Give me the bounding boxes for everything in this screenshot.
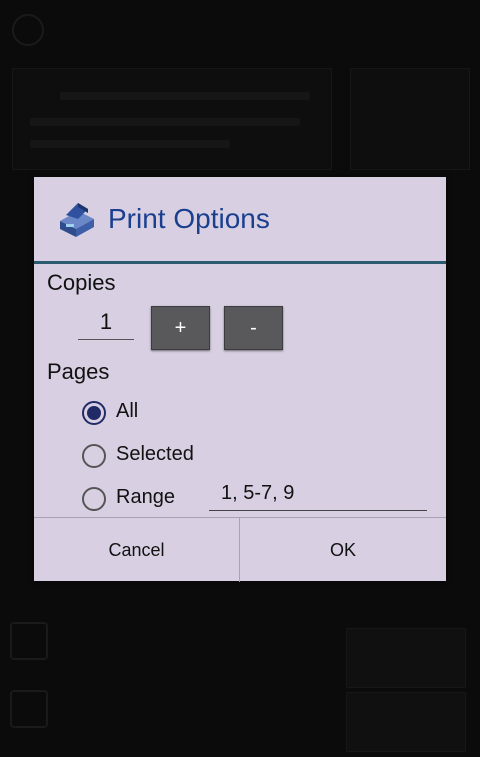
background-line xyxy=(30,118,300,126)
copies-label: Copies xyxy=(47,270,116,295)
app-icon xyxy=(12,14,44,46)
cancel-button[interactable]: Cancel xyxy=(34,518,239,582)
radio-label-selected: Selected xyxy=(116,443,194,465)
dialog-title: Print Options xyxy=(108,203,270,234)
radio-label-all: All xyxy=(116,400,139,422)
increment-copies-button[interactable]: + xyxy=(151,306,210,350)
page-range-input[interactable]: 1, 5-7, 9 xyxy=(209,479,427,511)
radio-button-all[interactable] xyxy=(82,401,106,425)
radio-button-selected[interactable] xyxy=(82,444,106,468)
printer-icon xyxy=(60,203,94,237)
pages-label: Pages xyxy=(47,359,110,384)
radio-button-range[interactable] xyxy=(82,487,106,511)
printer-icon xyxy=(10,622,48,660)
dialog-button-bar: Cancel OK xyxy=(34,517,446,582)
background-line xyxy=(60,92,310,100)
decrement-copies-button[interactable]: - xyxy=(224,306,283,350)
background-button xyxy=(346,692,466,752)
ok-button[interactable]: OK xyxy=(240,518,446,582)
radio-label-range: Range xyxy=(116,486,175,508)
copies-input[interactable]: 1 xyxy=(78,305,134,340)
background-line xyxy=(30,140,230,148)
background-button xyxy=(346,628,466,688)
dialog-header: Print Options xyxy=(34,177,446,261)
background-panel-right xyxy=(350,68,470,170)
print-options-dialog: Print Options Copies 1 + - Pages All Sel… xyxy=(34,177,446,582)
printer-icon xyxy=(10,690,48,728)
header-divider xyxy=(34,261,446,264)
